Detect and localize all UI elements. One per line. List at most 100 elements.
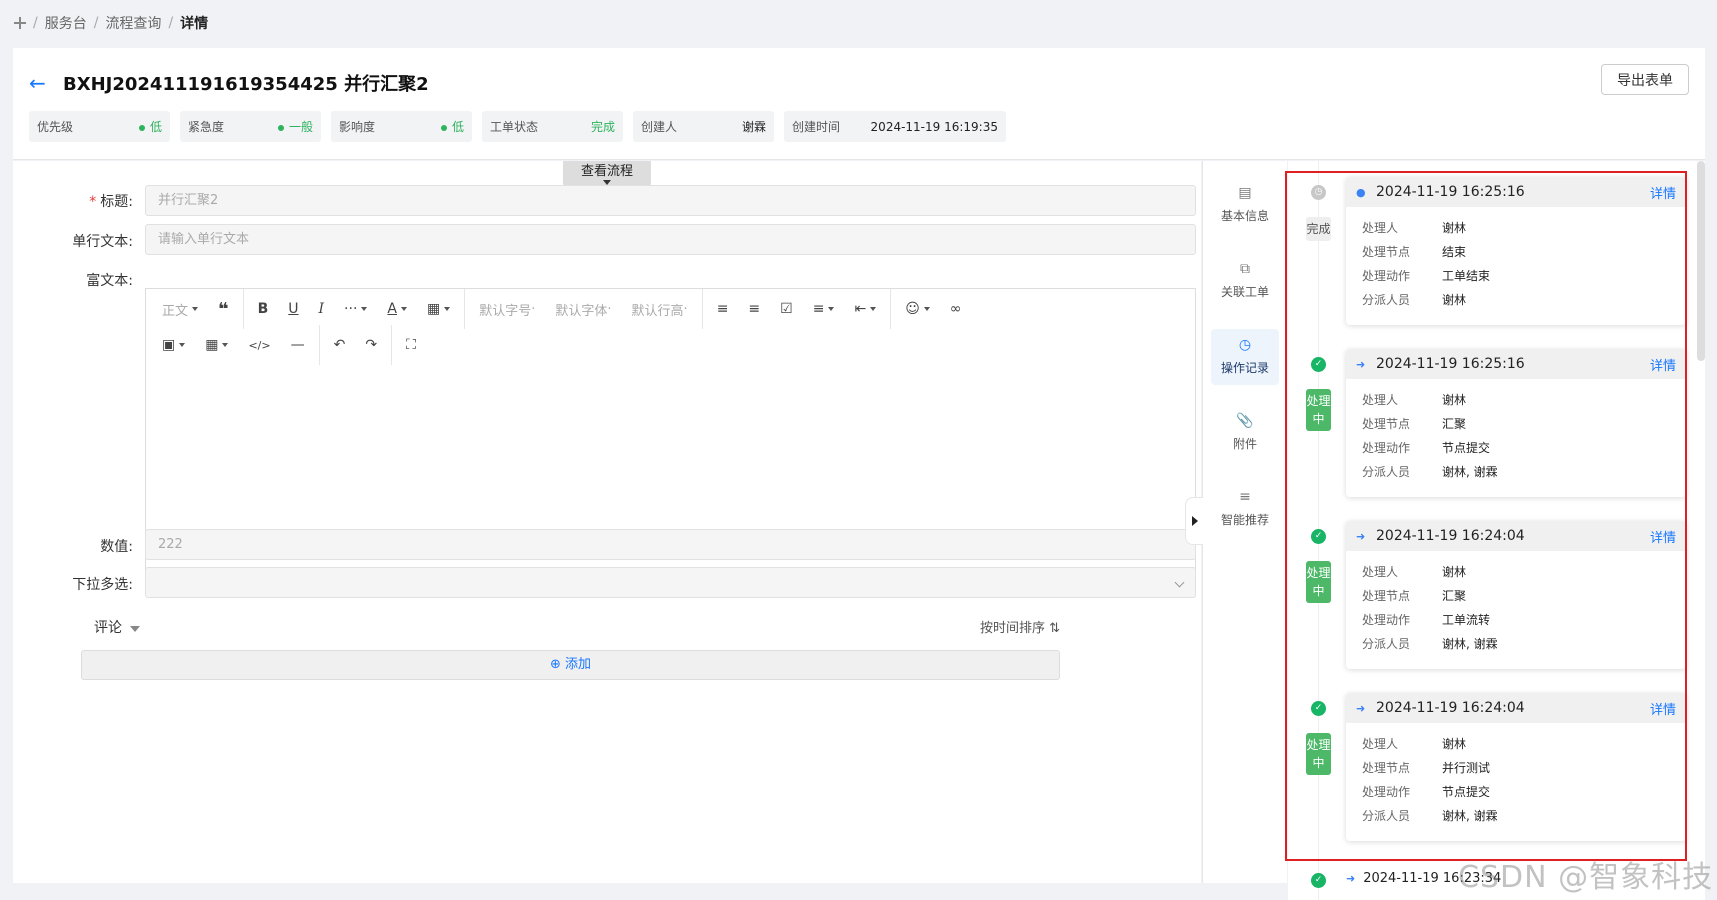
title-input[interactable]: 并行汇聚2 bbox=[145, 185, 1196, 216]
required-asterisk: * bbox=[89, 194, 97, 210]
bold-icon[interactable]: B bbox=[248, 297, 279, 321]
font-size-select[interactable]: 默认字号 · bbox=[469, 297, 545, 321]
timeline-time: 2024-11-19 16:24:04 bbox=[1376, 528, 1525, 544]
toolbar-divider bbox=[464, 289, 466, 329]
bulleted-list-icon[interactable]: ≡ bbox=[707, 297, 739, 321]
number-input[interactable]: 222 bbox=[145, 529, 1196, 560]
underline-icon[interactable]: U bbox=[278, 297, 308, 321]
field-value: 汇聚 bbox=[1442, 588, 1467, 603]
tab-related-tickets[interactable]: ⧉ 关联工单 bbox=[1211, 253, 1279, 309]
tag-value: 2024-11-19 16:19:35 bbox=[870, 119, 998, 134]
breadcrumb-separator: / bbox=[168, 15, 174, 31]
detail-link[interactable]: 详情 bbox=[1650, 183, 1676, 202]
paragraph-select[interactable]: 正文 bbox=[146, 297, 208, 321]
detail-link[interactable]: 详情 bbox=[1650, 355, 1676, 374]
font-color-icon[interactable]: A bbox=[377, 297, 417, 321]
tab-smart-recommend[interactable]: ≡ 智能推荐 bbox=[1211, 481, 1279, 537]
comment-header[interactable]: 评论 bbox=[94, 617, 140, 637]
align-icon[interactable]: ≡ bbox=[803, 297, 845, 321]
field-value: 汇聚 bbox=[1442, 416, 1467, 431]
indent-icon[interactable]: ⇤ bbox=[844, 297, 886, 321]
toolbar-divider bbox=[391, 325, 393, 365]
row-node: 处理节点 汇聚 bbox=[1362, 583, 1686, 607]
field-value: 并行测试 bbox=[1442, 760, 1491, 775]
check-icon: ✓ bbox=[1311, 357, 1326, 372]
tab-attachments[interactable]: 📎 附件 bbox=[1211, 405, 1279, 461]
multi-select-dropdown[interactable] bbox=[145, 567, 1196, 598]
richtext-editor[interactable]: 正文 ❝ B U I ··· A ▦ 默认字号 · 默认字体 · 默认行高 · ≡ ≡… bbox=[145, 288, 1196, 570]
breadcrumb-item-service-desk[interactable]: 服务台 bbox=[45, 13, 87, 33]
timeline-card-header: ➜ 2024-11-19 16:25:16 详情 bbox=[1346, 349, 1686, 379]
tab-label: 基本信息 bbox=[1220, 209, 1269, 223]
sort-by-time[interactable]: 按时间排序 ⇅ bbox=[980, 617, 1060, 636]
row-assignee: 分派人员 谢林, 谢霖 bbox=[1362, 459, 1686, 483]
numbered-list-icon[interactable]: ≡ bbox=[738, 297, 770, 321]
tab-basic-info[interactable]: ▤ 基本信息 bbox=[1211, 177, 1279, 233]
tag-value-text: 低 bbox=[149, 120, 162, 134]
back-arrow-icon[interactable]: ← bbox=[29, 71, 46, 95]
scrollbar[interactable] bbox=[1697, 161, 1705, 361]
single-line-input[interactable]: 请输入单行文本 bbox=[145, 224, 1196, 255]
line-height-select[interactable]: 默认行高 · bbox=[622, 297, 698, 321]
home-icon[interactable] bbox=[14, 17, 26, 29]
tag-value: 谢霖 bbox=[741, 120, 766, 134]
title-label-text: 标题: bbox=[100, 194, 133, 210]
paperclip-icon: 📎 bbox=[1236, 413, 1254, 429]
toolbar-divider bbox=[242, 289, 244, 329]
font-family-select[interactable]: 默认字体 · bbox=[545, 297, 621, 321]
breadcrumb-current: 详情 bbox=[180, 16, 209, 32]
toolbar-divider bbox=[701, 289, 703, 329]
history-icon: ◷ bbox=[1238, 337, 1252, 353]
chevron-down-icon bbox=[1174, 577, 1185, 588]
tag-value: 完成 bbox=[590, 120, 615, 134]
quote-icon[interactable]: ❝ bbox=[208, 297, 239, 321]
divider-line-icon[interactable]: — bbox=[281, 333, 315, 357]
detail-link[interactable]: 详情 bbox=[1650, 699, 1676, 718]
timeline-card: ➜ 2024-11-19 16:24:04 详情 处理人 谢林 处理节点 汇聚 处理… bbox=[1346, 521, 1686, 669]
image-icon[interactable]: ▣ bbox=[146, 333, 195, 357]
collapse-toggle-icon[interactable] bbox=[1185, 497, 1203, 545]
timeline-time: 2024-11-19 16:25:16 bbox=[1376, 184, 1525, 200]
add-comment-button[interactable]: ⊕ 添加 bbox=[81, 650, 1060, 680]
field-value: 工单流转 bbox=[1442, 612, 1491, 627]
add-label: 添加 bbox=[565, 657, 592, 672]
fullscreen-icon[interactable]: ⛶ bbox=[396, 333, 426, 357]
sort-label: 按时间排序 bbox=[980, 621, 1046, 636]
code-icon[interactable]: </> bbox=[238, 333, 280, 357]
tag-value: 低 bbox=[138, 118, 162, 135]
tab-label: 关联工单 bbox=[1220, 285, 1269, 299]
breadcrumb-item-process-query[interactable]: 流程查询 bbox=[105, 13, 161, 33]
tab-operation-log[interactable]: ◷ 操作记录 bbox=[1211, 329, 1279, 385]
field-value: 谢林 bbox=[1442, 220, 1467, 235]
breadcrumb: / 服务台 / 流程查询 / 详情 bbox=[14, 12, 208, 34]
undo-icon[interactable]: ↶ bbox=[324, 333, 356, 357]
timeline-card-header: ➜ 2024-11-19 16:24:04 详情 bbox=[1346, 693, 1686, 723]
emoji-icon[interactable]: ☺ bbox=[895, 297, 940, 321]
field-value: 结束 bbox=[1442, 244, 1467, 259]
font-family-label: 默认字体 bbox=[555, 303, 608, 319]
more-icon[interactable]: ··· bbox=[334, 297, 377, 321]
tag-value-text: 一般 bbox=[288, 120, 313, 134]
editor-toolbar-row-1: 正文 ❝ B U I ··· A ▦ 默认字号 · 默认字体 · 默认行高 · ≡ ≡… bbox=[146, 289, 971, 329]
background-color-icon[interactable]: ▦ bbox=[417, 297, 460, 321]
detail-link[interactable]: 详情 bbox=[1650, 527, 1676, 546]
row-action: 处理动作 节点提交 bbox=[1362, 779, 1686, 803]
link-icon[interactable]: ∞ bbox=[940, 297, 972, 321]
check-icon: ✓ bbox=[1311, 701, 1326, 716]
field-value: 节点提交 bbox=[1442, 784, 1491, 799]
timeline-card: ● 2024-11-19 16:25:16 详情 处理人 谢林 处理节点 结束 处理… bbox=[1346, 177, 1686, 325]
single-line-label: 单行文本: bbox=[72, 234, 133, 250]
todo-checkbox-icon[interactable]: ☑ bbox=[770, 297, 803, 321]
tag-label: 工单状态 bbox=[490, 120, 539, 134]
field-key: 处理动作 bbox=[1362, 612, 1411, 627]
redo-icon[interactable]: ↷ bbox=[355, 333, 387, 357]
editor-toolbar-row-2: ▣ ▦ </> — ↶ ↷ ⛶ bbox=[146, 325, 426, 365]
row-handler: 处理人 谢林 bbox=[1362, 215, 1686, 239]
table-icon[interactable]: ▦ bbox=[195, 333, 238, 357]
row-handler: 处理人 谢林 bbox=[1362, 387, 1686, 411]
tag-urgency: 紧急度 一般 bbox=[180, 111, 321, 142]
link-icon: ⧉ bbox=[1240, 261, 1250, 277]
italic-icon[interactable]: I bbox=[309, 297, 335, 321]
field-key: 处理人 bbox=[1362, 220, 1399, 235]
export-form-button[interactable]: 导出表单 bbox=[1601, 64, 1689, 95]
